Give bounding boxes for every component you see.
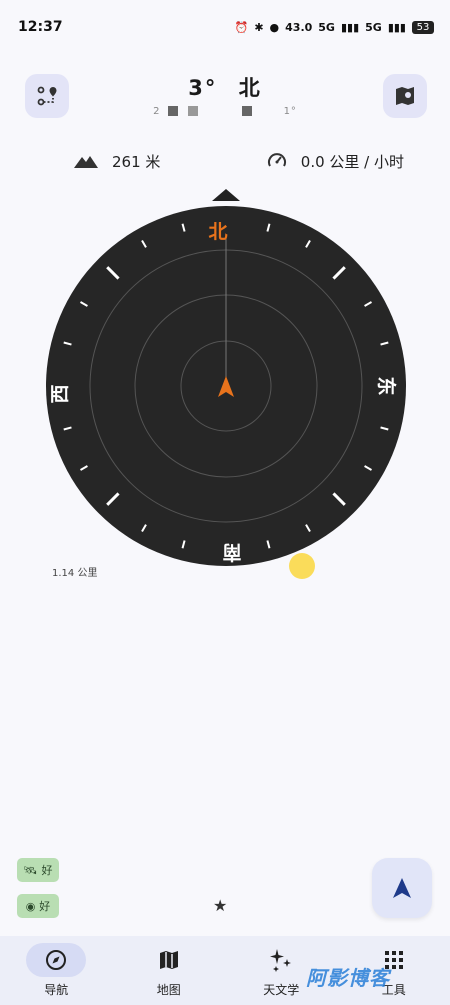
battery-icon: 53 <box>412 20 434 34</box>
star-icon[interactable]: ★ <box>213 896 227 915</box>
speedometer-icon <box>267 153 286 167</box>
map-icon <box>159 951 178 969</box>
compass-status: 好 <box>39 900 51 913</box>
heading-degrees: 3° <box>188 76 218 100</box>
signal-bars-icon: ▮▮▮ <box>340 20 360 34</box>
mountain-icon <box>74 156 98 168</box>
heading-marker-icon <box>212 189 240 201</box>
nav-label: 导航 <box>44 983 69 997</box>
status-bar: 12:37 ⏰ ✱ ● 43.0 5G ▮▮▮ 5G ▮▮▮ 53 <box>0 0 450 54</box>
redacted-block <box>242 106 253 116</box>
net-speed: 43.0 <box>285 20 313 34</box>
nav-item-navigation[interactable]: 导航 <box>0 936 113 1005</box>
status-icons: ⏰ ✱ ● 43.0 5G ▮▮▮ 5G ▮▮▮ 53 <box>234 20 434 34</box>
compass-icon <box>46 950 67 970</box>
nav-icon-container <box>251 943 311 977</box>
nav-label: 地图 <box>156 983 181 997</box>
nav-icon-container <box>26 943 87 977</box>
coords-right: 1° <box>283 106 297 117</box>
locate-button[interactable] <box>372 858 432 918</box>
sparkle-icon <box>270 949 292 972</box>
altitude-stat: 261 米 <box>74 151 160 172</box>
speed-stat: 0.0 公里 / 小时 <box>267 151 404 172</box>
navigation-arrow-icon <box>393 878 411 898</box>
nav-label: 天文学 <box>263 983 300 997</box>
nav-item-map[interactable]: 地图 <box>113 936 226 1005</box>
sun-icon[interactable] <box>289 553 315 579</box>
signal-bars-icon-2: ▮▮▮ <box>387 20 406 34</box>
speed-value: 0.0 公里 / 小时 <box>300 152 404 171</box>
compass-west-label: 西 <box>49 384 71 403</box>
satellite-status-chip[interactable]: 🛰 好 <box>17 858 59 882</box>
signal-1: 5G <box>318 20 335 34</box>
nav-icon-container <box>139 943 199 977</box>
compass-small-icon: ◉ <box>25 899 36 913</box>
redacted-block <box>187 106 198 116</box>
compass-east-label: 东 <box>375 376 398 395</box>
compass-status-chip[interactable]: ◉ 好 <box>17 894 59 918</box>
distance-label: 1.14 公里 <box>52 568 98 579</box>
satellite-icon: 🛰 <box>23 863 38 877</box>
altitude-value: 261 米 <box>112 152 161 171</box>
compass-south-label: 南 <box>222 541 241 563</box>
heading-readout: 3° 北 <box>0 72 450 102</box>
location-icon: ● <box>269 20 280 34</box>
watermark: 阿影博客 <box>306 966 390 990</box>
signal-2: 5G <box>365 20 382 34</box>
status-time: 12:37 <box>18 19 63 35</box>
stats-row: 261 米 0.0 公里 / 小时 <box>0 148 450 174</box>
compass-north-label: 北 <box>208 221 227 243</box>
bluetooth-icon: ✱ <box>254 20 264 34</box>
redacted-block <box>167 106 178 116</box>
alarm-icon: ⏰ <box>234 20 249 34</box>
compass-dial: 北 东 南 西 <box>46 189 406 566</box>
heading-direction: 北 <box>238 76 262 100</box>
coords-left: 2 <box>153 106 161 117</box>
satellite-status: 好 <box>41 864 53 877</box>
coordinates: 2 1° <box>0 106 450 117</box>
compass[interactable]: 北 东 南 西 <box>46 184 406 574</box>
